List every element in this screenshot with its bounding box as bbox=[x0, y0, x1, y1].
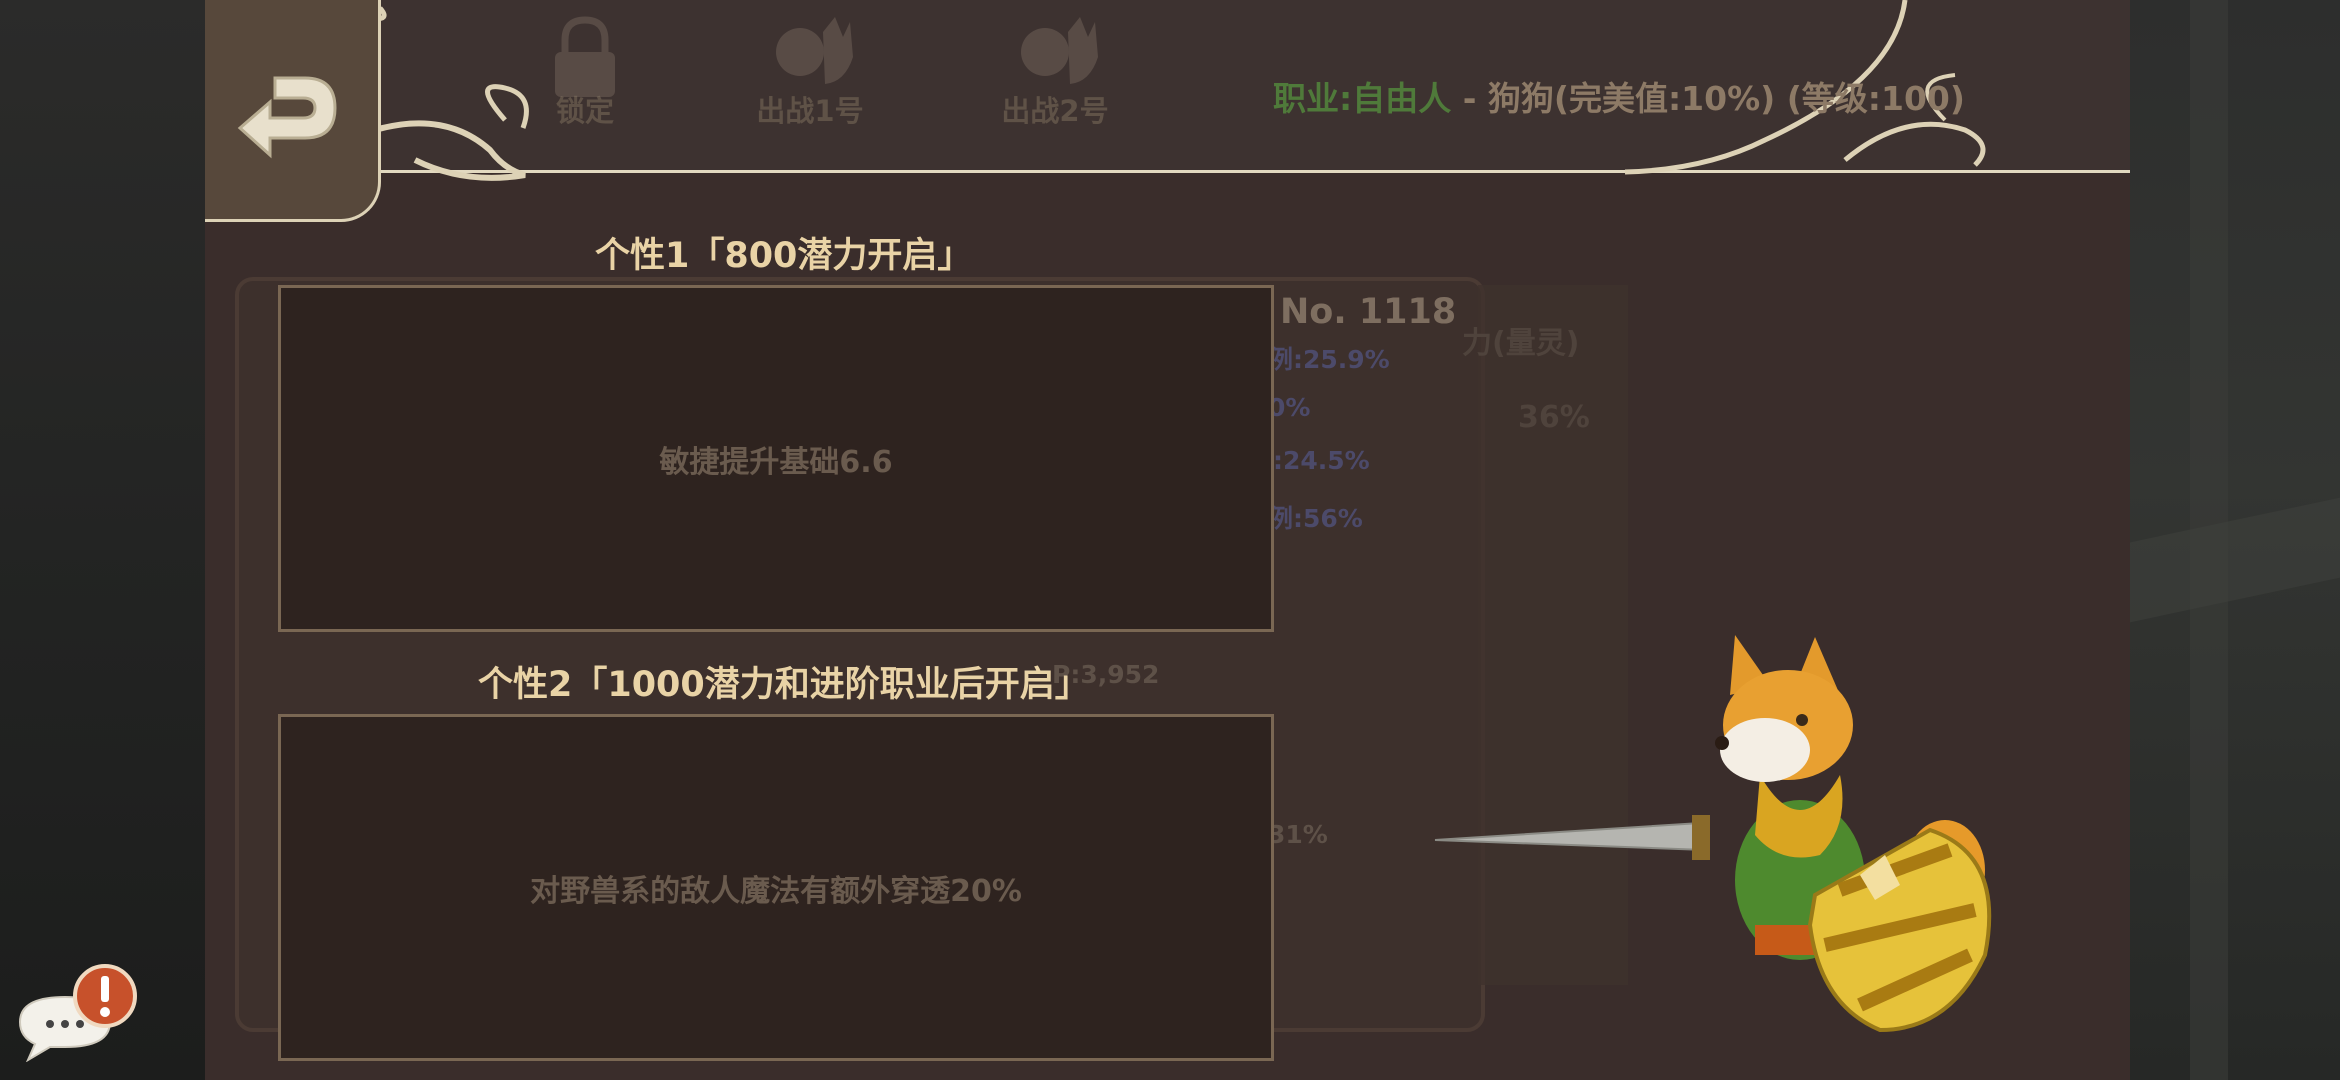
back-button[interactable] bbox=[205, 0, 381, 222]
bg-stat-6: 31% bbox=[1268, 820, 1328, 849]
bg-right-value: 36% bbox=[1518, 400, 1590, 435]
character-portrait-icon bbox=[776, 17, 853, 84]
lock-icon bbox=[555, 16, 615, 97]
top-bar-border bbox=[380, 170, 2130, 173]
character-portrait-icon bbox=[1021, 17, 1098, 84]
job-info: 职业:自由人 - 狗狗(完美值:10%) (等级:100) bbox=[1273, 72, 1965, 120]
bg-stat-3: :24.5% bbox=[1273, 446, 1370, 475]
chat-button[interactable] bbox=[10, 962, 145, 1066]
personality-2-box: 对野兽系的敌人魔法有额外穿透20% bbox=[278, 714, 1274, 1061]
bg-right-label: 力(量灵) bbox=[1462, 326, 1580, 361]
tab-lock[interactable]: 锁定 bbox=[540, 12, 630, 130]
chat-alert-icon bbox=[18, 964, 137, 1063]
bg-stat-4: 例:56% bbox=[1268, 504, 1363, 533]
background-roof bbox=[2130, 497, 2340, 623]
pet-number: No. 1118 bbox=[1280, 292, 1457, 332]
tab-battle-1[interactable]: 出战1号 bbox=[755, 12, 865, 130]
background-right bbox=[2130, 0, 2340, 1080]
bg-stat-1: 例:25.9% bbox=[1268, 345, 1390, 374]
personality-1-title: 个性1「800潜力开启」 bbox=[595, 236, 973, 276]
return-arrow-icon bbox=[237, 76, 337, 159]
personality-2-title: 个性2「1000潜力和进阶职业后开启」 bbox=[478, 665, 1090, 705]
tab-battle-2[interactable]: 出战2号 bbox=[1000, 12, 1110, 130]
job-label: 职业:自由人 bbox=[1273, 79, 1452, 118]
bg-stat-2: 0% bbox=[1268, 393, 1311, 422]
background-left bbox=[0, 0, 205, 1080]
personality-1-box: 敏捷提升基础6.6 bbox=[278, 285, 1274, 632]
personality-2-text: 对野兽系的敌人魔法有额外穿透20% bbox=[530, 873, 1022, 909]
fox-character bbox=[1434, 635, 1992, 1033]
personality-1-text: 敏捷提升基础6.6 bbox=[659, 444, 893, 480]
job-detail: - 狗狗(完美值:10%) (等级:100) bbox=[1462, 79, 1965, 118]
